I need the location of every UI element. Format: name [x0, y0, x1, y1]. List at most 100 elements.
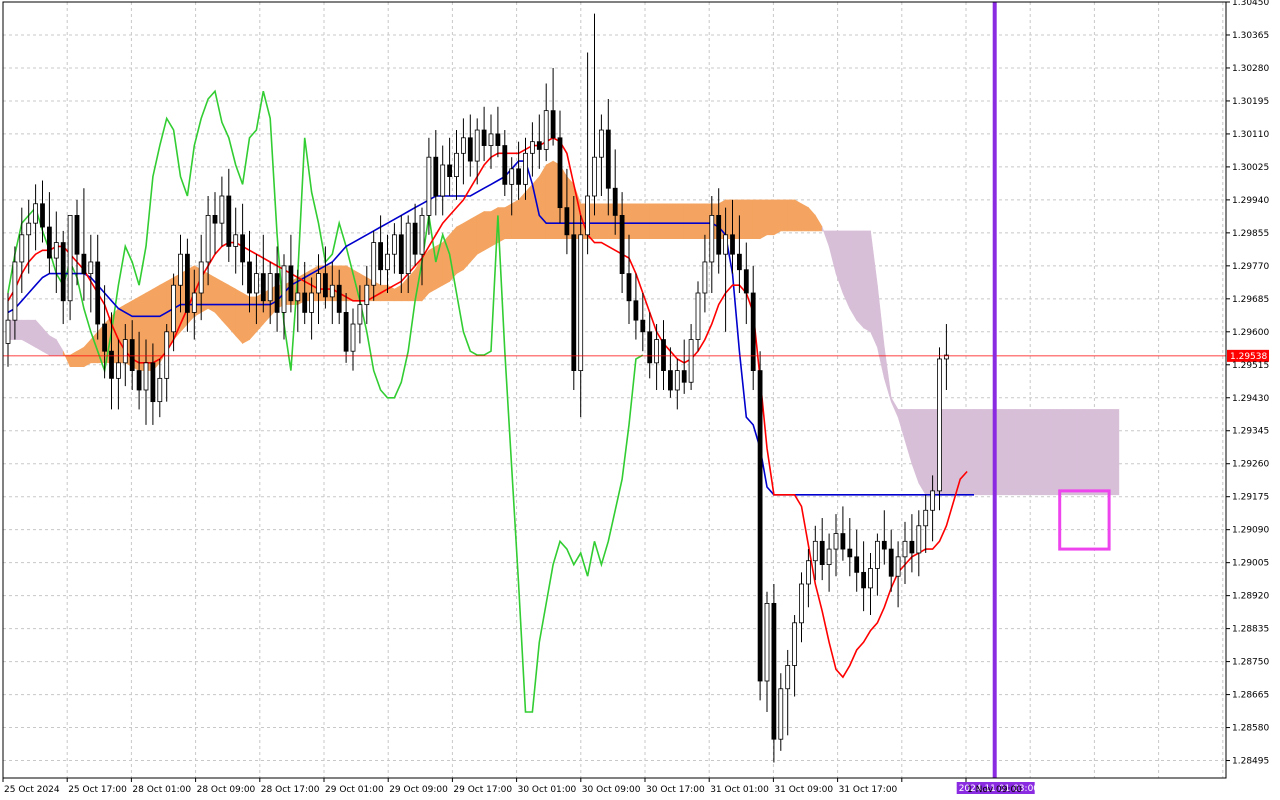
price-tick-label: 1.30195: [1232, 97, 1269, 107]
candle-bullish: [116, 362, 121, 379]
kumo-segment-bullish: [690, 203, 699, 239]
candle-bullish: [923, 509, 929, 527]
price-tick-label: 1.29685: [1232, 295, 1269, 305]
candle-bullish: [460, 137, 466, 154]
kumo-segment-bullish: [504, 203, 513, 239]
price-tick-label: 1.29345: [1232, 427, 1269, 437]
candle-bullish: [702, 261, 708, 294]
candle-bullish: [902, 540, 908, 558]
candle-bearish: [909, 540, 915, 554]
candle-bullish: [219, 195, 225, 224]
candle-bearish: [847, 548, 853, 558]
kumo-segment-bearish: [1001, 409, 1009, 496]
kumo-segment-bullish: [456, 222, 464, 275]
kumo-segment-bearish: [946, 409, 954, 496]
kumo-segment-bullish: [469, 214, 478, 263]
kumo-segment-bearish: [1084, 409, 1092, 496]
kumo-segment-bullish: [545, 160, 554, 239]
candle-bullish: [164, 331, 170, 379]
price-tick-label: 1.29940: [1232, 196, 1269, 206]
kumo-segment-bearish: [1097, 409, 1106, 496]
candle-bearish: [502, 145, 508, 185]
candle-bearish: [605, 129, 611, 189]
candle-bullish: [157, 377, 163, 403]
candle-bearish: [247, 261, 252, 294]
candle-bearish: [668, 370, 673, 391]
candle-bearish: [302, 292, 308, 313]
candle-bearish: [640, 319, 646, 333]
candle-bearish: [888, 548, 894, 577]
candle-bearish: [571, 234, 577, 372]
candle-bearish: [647, 331, 653, 364]
candle-bearish: [861, 571, 866, 589]
kumo-segment-bullish: [214, 276, 223, 321]
chart-window[interactable]: 1.29538 2024.11.01 03:00 1.30450 1.30365 1.…: [0, 0, 1280, 800]
price-tick-label: 1.29600: [1232, 328, 1269, 338]
time-tick-label: 25 Oct 17:00: [68, 785, 127, 795]
candle-bearish: [626, 273, 632, 302]
candle-bullish: [171, 284, 177, 333]
candle-bullish: [143, 362, 149, 391]
candle-bullish: [233, 234, 239, 247]
candle-bullish: [178, 253, 183, 286]
time-tick-label: 30 Oct 09:00: [582, 785, 641, 795]
time-tick-label: 29 Oct 17:00: [453, 785, 512, 795]
price-tick-label: 1.30110: [1232, 130, 1269, 140]
kumo-segment-bearish: [1028, 409, 1037, 496]
candle-bullish: [937, 358, 942, 492]
candle-bearish: [102, 323, 107, 352]
candle-bearish: [378, 242, 384, 271]
price-tick-label: 1.28580: [1232, 724, 1269, 734]
kumo-segment-bearish: [1035, 409, 1044, 496]
kumo-segment-bullish: [152, 284, 161, 372]
kumo-segment-bearish: [1015, 409, 1023, 496]
candlestick-chart[interactable]: 1.295382024.11.01 03:00 1.304501.303651.…: [0, 0, 1280, 800]
candle-bullish: [488, 133, 494, 146]
candle-bearish: [60, 242, 66, 302]
kumo-segment-bullish: [628, 203, 637, 239]
candle-bullish: [792, 622, 797, 666]
candle-bearish: [854, 556, 860, 573]
kumo-segment-bearish: [1063, 409, 1071, 496]
candle-bearish: [467, 137, 473, 162]
time-tick-label: 28 Oct 17:00: [261, 785, 320, 795]
kumo-segment-bearish: [1008, 409, 1016, 496]
price-tick-label: 1.29260: [1232, 460, 1269, 470]
candle-bearish: [74, 214, 80, 255]
candle-bullish: [198, 261, 204, 294]
candle-bullish: [654, 339, 659, 364]
candle-bullish: [826, 548, 832, 566]
price-tick-label: 1.29005: [1232, 559, 1269, 569]
candle-bearish: [771, 603, 777, 740]
candle-bearish: [109, 350, 114, 379]
candle-bearish: [226, 195, 232, 247]
candle-bearish: [557, 137, 563, 209]
candle-bullish: [267, 273, 273, 302]
kumo-segment-bullish: [249, 296, 257, 341]
kumo-segment-bullish: [649, 203, 657, 239]
candle-bullish: [674, 370, 680, 391]
kumo-segment-bullish: [670, 203, 678, 239]
price-tick-label: 1.29770: [1232, 262, 1269, 272]
price-tick-label: 1.28665: [1232, 691, 1269, 701]
kumo-segment-bullish: [794, 199, 802, 232]
time-tick-label: 31 Oct 01:00: [710, 785, 769, 795]
kumo-segment-bullish: [601, 203, 609, 239]
kumo-segment-bearish: [1111, 409, 1120, 496]
kumo-segment-bearish: [863, 230, 871, 333]
kumo-segment-bullish: [518, 191, 526, 239]
candle-bullish: [205, 214, 211, 263]
candle-bullish: [709, 214, 715, 263]
candle-bullish: [440, 164, 446, 197]
time-tick-label: 29 Oct 09:00: [389, 785, 448, 795]
candle-bearish: [516, 168, 521, 185]
candle-bearish: [681, 370, 687, 383]
kumo-segment-bearish: [849, 230, 858, 322]
kumo-segment-bullish: [511, 199, 519, 239]
candle-bearish: [47, 226, 52, 259]
kumo-segment-bearish: [1042, 409, 1051, 496]
candle-bullish: [309, 292, 315, 313]
candle-bullish: [695, 292, 701, 340]
candle-bearish: [150, 362, 156, 403]
candle-bullish: [33, 203, 38, 224]
